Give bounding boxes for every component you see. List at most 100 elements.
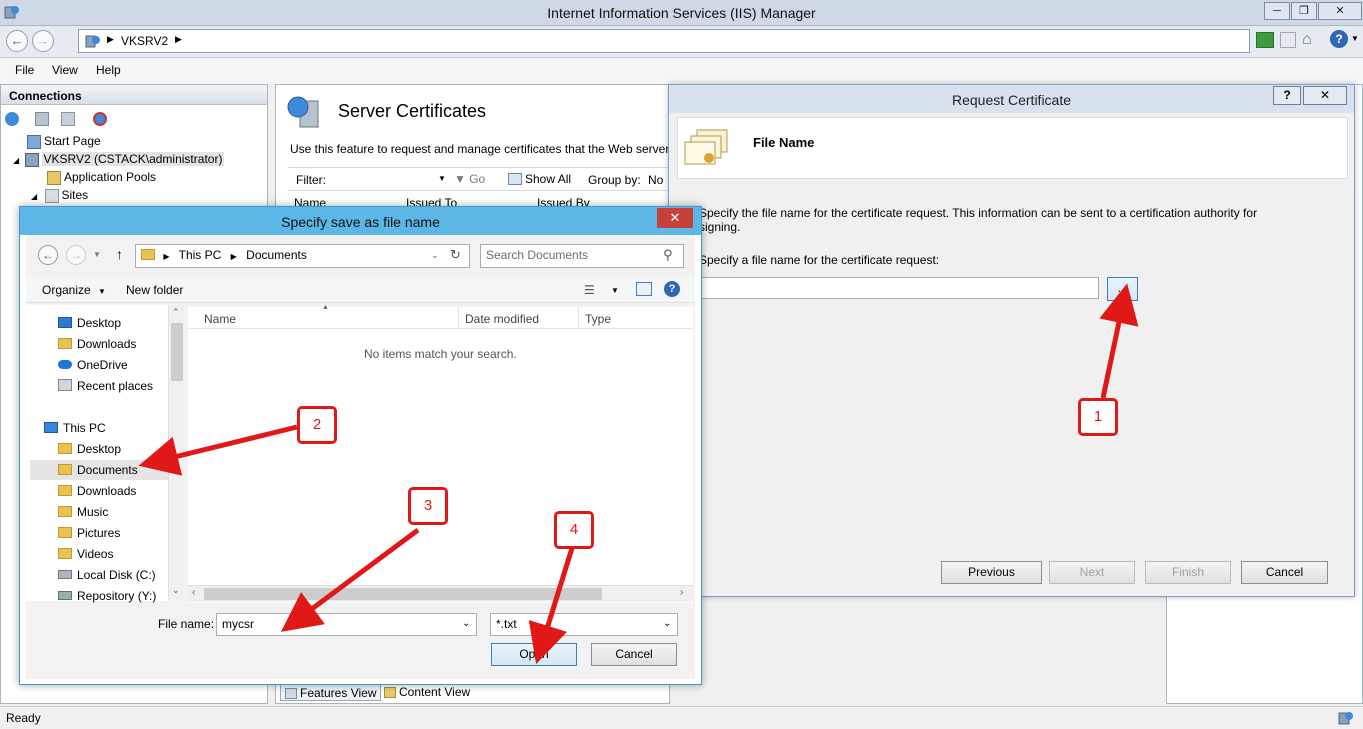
nav-documents[interactable]: Documents <box>58 463 138 477</box>
file-name-input[interactable]: mycsr ⌄ <box>216 613 477 636</box>
menu-view[interactable]: View <box>52 63 78 77</box>
forward-button[interactable]: → <box>32 30 54 52</box>
menu-bar: File View Help <box>0 58 1363 84</box>
help-dropdown-icon[interactable]: ▼ <box>1351 34 1359 43</box>
sf-organize-button[interactable]: Organize ▼ <box>42 283 106 297</box>
nav-onedrive[interactable]: OneDrive <box>58 358 128 372</box>
column-name[interactable]: Name <box>204 312 236 326</box>
sf-back-button[interactable]: ← <box>38 245 58 265</box>
features-view-tab[interactable]: Features View <box>280 683 382 701</box>
callout-4: 4 <box>554 511 594 549</box>
up-icon[interactable] <box>61 112 75 126</box>
maximize-button[interactable]: ❐ <box>1291 2 1317 20</box>
sf-toolbar: Organize ▼ New folder ☰ ▼ ? <box>26 277 695 303</box>
content-view-tab[interactable]: Content View <box>384 685 470 699</box>
sf-view-options-icon[interactable]: ☰ <box>584 283 595 297</box>
sf-preview-pane-icon[interactable] <box>636 282 652 296</box>
rc-help-button[interactable]: ? <box>1273 86 1301 105</box>
rc-cancel-button[interactable]: Cancel <box>1241 561 1328 584</box>
empty-list-message: No items match your search. <box>364 347 517 361</box>
content-view-icon <box>384 687 396 698</box>
sf-view-dropdown-icon[interactable]: ▼ <box>611 286 619 295</box>
request-certificate-title: Request Certificate <box>951 92 1072 108</box>
nav-pc-downloads[interactable]: Downloads <box>58 484 136 498</box>
browse-button[interactable]: ... <box>1107 277 1138 301</box>
help-icon[interactable]: ? <box>1330 30 1348 48</box>
stop-icon[interactable] <box>1280 32 1296 48</box>
sf-new-folder-button[interactable]: New folder <box>126 283 183 297</box>
address-input[interactable]: ▶ VKSRV2 ▶ <box>78 29 1250 53</box>
file-name-dropdown-icon[interactable]: ⌄ <box>462 618 470 629</box>
nav-repository[interactable]: Repository (Y:) <box>58 589 156 603</box>
save-file-title: Specify save as file name <box>281 214 440 230</box>
start-page-icon <box>27 134 41 149</box>
next-button[interactable]: Next <box>1049 561 1135 584</box>
go-button[interactable]: ▼ Go <box>454 172 485 186</box>
nav-pc-desktop[interactable]: Desktop <box>58 442 121 456</box>
nav-pictures[interactable]: Pictures <box>58 526 120 540</box>
sf-horizontal-scrollbar[interactable]: ‹ › <box>188 585 693 602</box>
minimize-button[interactable]: ─ <box>1264 2 1290 20</box>
scroll-up-icon[interactable]: ⌃ <box>172 307 180 318</box>
back-button[interactable]: ← <box>6 30 28 52</box>
sf-breadcrumb[interactable]: ▶ This PC ▶ Documents ⌄ ↻ <box>135 244 470 268</box>
tree-application-pools[interactable]: Application Pools <box>47 170 156 185</box>
desktop-icon <box>58 317 72 328</box>
sf-recent-dropdown-icon[interactable]: ▼ <box>93 250 101 259</box>
nav-downloads[interactable]: Downloads <box>58 337 136 351</box>
collapse-icon[interactable]: ◢ <box>13 156 19 165</box>
column-date-modified[interactable]: Date modified <box>458 307 545 329</box>
menu-file[interactable]: File <box>15 63 34 77</box>
sort-indicator-icon: ▲ <box>322 304 329 311</box>
sf-breadcrumb-documents[interactable]: Documents <box>246 248 307 262</box>
filter-dropdown-icon[interactable]: ▼ <box>438 174 446 183</box>
sf-refresh-icon[interactable]: ↻ <box>450 247 461 263</box>
nav-recent-places[interactable]: Recent places <box>58 379 153 393</box>
close-button[interactable]: ✕ <box>1318 2 1362 20</box>
save-icon[interactable] <box>35 112 49 126</box>
connections-toolbar <box>5 111 125 129</box>
sf-search-input[interactable]: Search Documents ⚲ <box>480 244 684 268</box>
h-scroll-thumb[interactable] <box>204 588 602 600</box>
open-button[interactable]: Open <box>491 643 577 666</box>
previous-button[interactable]: Previous <box>941 561 1042 584</box>
status-text: Ready <box>6 711 41 725</box>
tree-start-page[interactable]: Start Page <box>27 134 101 149</box>
show-all-button[interactable]: Show All <box>508 172 571 186</box>
certificate-file-name-input[interactable] <box>699 277 1099 299</box>
sf-up-icon[interactable]: ↑ <box>116 246 123 262</box>
group-by-value[interactable]: No <box>648 173 663 187</box>
file-type-dropdown-icon[interactable]: ⌄ <box>663 618 671 629</box>
tree-sites[interactable]: ◢ Sites <box>31 188 88 203</box>
expand-icon[interactable]: ◢ <box>31 192 37 201</box>
scroll-right-icon[interactable]: › <box>680 587 683 598</box>
tree-server[interactable]: ◢ VKSRV2 (CSTACK\administrator) <box>13 152 225 167</box>
nav-desktop[interactable]: Desktop <box>58 316 121 330</box>
nav-this-pc[interactable]: This PC <box>44 421 106 435</box>
menu-help[interactable]: Help <box>96 63 121 77</box>
sf-help-icon[interactable]: ? <box>664 281 680 297</box>
nav-music[interactable]: Music <box>58 505 108 519</box>
rc-header-panel: File Name <box>677 117 1348 179</box>
refresh-icon[interactable] <box>1256 32 1274 48</box>
sf-cancel-button[interactable]: Cancel <box>591 643 677 666</box>
address-segment[interactable]: VKSRV2 <box>121 34 168 48</box>
column-type[interactable]: Type <box>578 307 617 329</box>
sf-forward-button[interactable]: → <box>66 245 86 265</box>
sf-breadcrumb-dropdown-icon[interactable]: ⌄ <box>431 250 439 261</box>
home-icon[interactable]: ⌂ <box>1302 31 1312 49</box>
sf-search-icon: ⚲ <box>663 247 673 262</box>
sf-breadcrumb-this-pc[interactable]: This PC <box>179 248 222 262</box>
rc-close-button[interactable]: ✕ <box>1303 86 1347 105</box>
scroll-thumb[interactable] <box>171 323 183 381</box>
save-file-close-button[interactable]: ✕ <box>657 208 693 228</box>
nav-local-disk[interactable]: Local Disk (C:) <box>58 568 156 582</box>
file-type-select[interactable]: *.txt ⌄ <box>490 613 678 636</box>
nav-videos[interactable]: Videos <box>58 547 113 561</box>
scroll-left-icon[interactable]: ‹ <box>192 587 195 598</box>
finish-button[interactable]: Finish <box>1145 561 1231 584</box>
disconnect-icon[interactable] <box>93 112 107 126</box>
connect-icon[interactable] <box>5 112 19 126</box>
scroll-down-icon[interactable]: ⌄ <box>172 585 180 596</box>
sf-nav-scrollbar[interactable]: ⌃ ⌄ <box>168 305 184 601</box>
